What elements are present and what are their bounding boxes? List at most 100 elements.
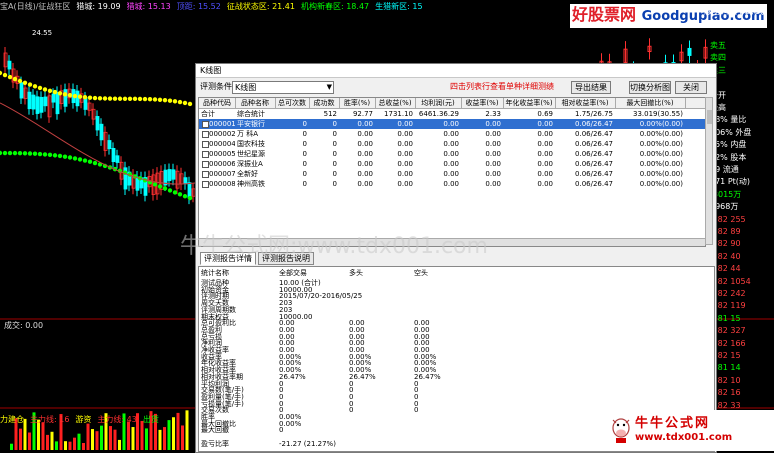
chevron-down-icon: ▼ [326, 83, 332, 91]
ma-yellow-dot [102, 96, 108, 101]
ma-yellow-dot [117, 96, 123, 101]
quote-row: 今开 [710, 90, 726, 100]
table-cell: 0.00 [443, 160, 459, 168]
ma-green-dot [67, 155, 73, 160]
table-cell: 0.00 [443, 130, 459, 138]
table-cell [275, 109, 309, 119]
ma-yellow-dot [82, 95, 88, 100]
report-cell: 盈亏比率 [201, 439, 229, 448]
quote-row: 1968万 [710, 202, 739, 212]
table-row[interactable]: 000004 国农科技 0 0 0.00 0.00 0.00 0.00 0.00 0.06/26.… [199, 139, 705, 149]
scrollbar-thumb[interactable] [707, 110, 712, 124]
quote-row: 42% 股本 [710, 152, 747, 162]
table-cell: 0.00%(0.00) [639, 180, 683, 188]
indicator-bar [140, 420, 144, 450]
ma-green-dot [162, 186, 168, 191]
table-cell: 0.00 [537, 140, 553, 148]
column-header[interactable]: 品种代码 [199, 98, 236, 108]
table-cell: 0 [332, 130, 337, 138]
table-row[interactable]: 000006 深振业A 0 0 0.00 0.00 0.00 0.00 0.00 0.06/26.… [199, 159, 705, 169]
table-row[interactable]: 000007 全新好 0 0 0.00 0.00 0.00 0.00 0.00 0.06/26.4… [199, 169, 705, 179]
table-header-row: 品种代码 品种名称 总可次数 成功数 胜率(%) 总收益(%) 均利润(元) 收益率(%) 年化… [199, 98, 705, 109]
indicator-label: 主力线: 16 [30, 415, 70, 424]
ma-yellow-dot [127, 96, 133, 102]
ma-green-dot [37, 151, 43, 157]
column-header[interactable]: 成功数 [309, 98, 340, 108]
table-row[interactable]: 000008 神州高铁 0 0 0.00 0.00 0.00 0.00 0.00 0.06/26.… [199, 179, 705, 189]
column-header[interactable]: 收益率(%) [461, 98, 504, 108]
ma-green-dot [152, 182, 158, 187]
table-row[interactable]: 000002 万 科A 0 0 0.00 0.00 0.00 0.00 0.00 0.06/26.… [199, 129, 705, 139]
table-row[interactable]: 合计 综合统计 512 92.77 1731.10 6461.36.29 2.33 0.69 1… [199, 109, 705, 119]
ma-green-dot [177, 192, 183, 197]
ma-yellow-dot [72, 93, 78, 99]
table-cell: 0.00%(0.00) [639, 160, 683, 168]
quote-row: 5.82 33 [710, 400, 741, 410]
indicator-bar [109, 426, 112, 450]
table-cell: 0 [332, 120, 337, 128]
column-header[interactable]: 最大回撤比(%) [615, 98, 686, 108]
table-cell: 0.00 [357, 140, 373, 148]
quote-row: 5.82 16 [710, 388, 741, 398]
indicator-bar [50, 431, 54, 450]
report-header: 多头 [349, 269, 363, 277]
ma-yellow-dot [172, 99, 178, 104]
table-row[interactable]: 000005 世纪星源 0 0 0.00 0.00 0.00 0.00 0.00 0.06/26.… [199, 149, 705, 159]
table-cell: 0.00 [485, 120, 501, 128]
quote-row: 5.82 242 [710, 289, 746, 298]
indicator-label: 主力线: 43 [97, 415, 137, 424]
dialog-title: K线图 [196, 64, 716, 78]
column-header[interactable]: 均利润(元) [415, 98, 462, 108]
table-cell: 0.00%(0.00) [639, 130, 683, 138]
watermark-bottom-title: 牛牛公式网 [635, 416, 711, 431]
ma-green-dot [157, 184, 163, 189]
quote-row: 106% 外盘 [710, 127, 752, 137]
table-cell: 1.75/26.75 [575, 110, 613, 118]
results-table[interactable]: 品种代码 品种名称 总可次数 成功数 胜率(%) 总收益(%) 均利润(元) 收益率(%) 年化… [198, 97, 706, 247]
ma-green-dot [7, 150, 13, 156]
indicator-bar [158, 429, 162, 450]
candle-body [95, 116, 100, 131]
bottom-watermark: 牛牛公式网 www.tdx001.com [605, 410, 774, 451]
column-header[interactable]: 相对收益率(%) [555, 98, 616, 108]
table-cell: 0.00 [537, 180, 553, 188]
table-row[interactable]: 000001 平安银行 0 0 0.00 0.00 0.00 0.00 0.00 0.06/26.… [199, 119, 705, 129]
switch-chart-button[interactable]: 切换分析图 [629, 81, 671, 94]
ma-green-dot [47, 152, 53, 158]
table-cell: 国农科技 [237, 140, 265, 148]
ma-yellow-dot [52, 89, 58, 95]
ma-green-dot [22, 151, 28, 156]
table-cell: 0.00 [485, 150, 501, 158]
close-button[interactable]: 关闭 [675, 81, 707, 94]
column-header[interactable]: 品种名称 [235, 98, 276, 108]
watermark-brand: 好股票网 [572, 5, 637, 24]
quote-row: 58% 量比 [710, 115, 747, 125]
column-header[interactable]: 年化收益率(%) [503, 98, 556, 108]
header-indicator-value: 宝A(日线)/征战狂区 [0, 2, 71, 11]
table-cell: 1731.10 [384, 110, 413, 118]
ma-yellow-dot [157, 97, 163, 102]
indicator-bar [181, 425, 184, 450]
report-header: 全部交易 [279, 269, 307, 277]
table-cell: 000002 [209, 130, 235, 138]
table-cell: 0 [302, 150, 307, 158]
dialog-toolbar: 评测条件 K线图 ▼ 四击列表行查看单种详细测绩 导出结果 切换分析图 关闭 [196, 78, 716, 96]
center-watermark: 牛牛公式网:www.tdx001.com [180, 234, 488, 259]
table-cell: 0.00 [357, 170, 373, 178]
quote-row: 5.81 14 [710, 363, 741, 373]
indicator-bar [10, 443, 13, 450]
table-cell: 0.06/26.47 [575, 120, 613, 128]
high-price-label: 24.55 [32, 29, 52, 37]
indicator-bar [145, 428, 148, 450]
table-scrollbar[interactable] [705, 97, 713, 245]
ma-yellow-dot [152, 97, 158, 102]
table-cell: 0.00 [397, 120, 413, 128]
ma-green-dot [52, 153, 58, 158]
table-cell: 000001 [209, 120, 235, 128]
export-button[interactable]: 导出结果 [571, 81, 611, 94]
column-header[interactable]: 总收益(%) [375, 98, 416, 108]
column-header[interactable]: 总可次数 [275, 98, 310, 108]
condition-select[interactable]: K线图 ▼ [232, 81, 334, 94]
column-header[interactable]: 胜率(%) [339, 98, 376, 108]
candle-body [51, 93, 56, 103]
